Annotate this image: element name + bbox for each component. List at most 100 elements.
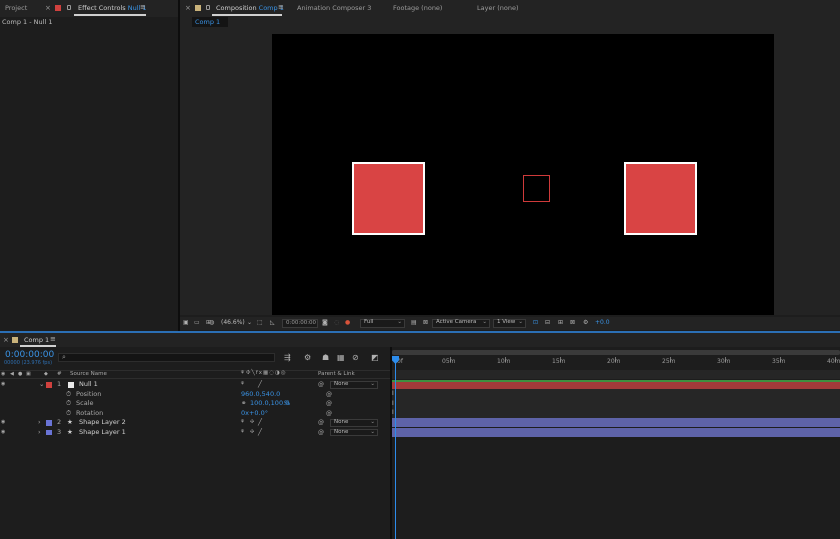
label-color-swatch[interactable] — [46, 420, 52, 426]
comp-mini-flowchart-icon[interactable]: ⇶ — [284, 353, 291, 362]
chevron-down-icon[interactable]: ⌄ — [247, 319, 252, 326]
fast-previews-icon[interactable]: ⊠ — [423, 319, 428, 326]
expand-chevron-icon[interactable]: ⌄ — [39, 380, 44, 390]
composition-canvas[interactable] — [272, 34, 774, 315]
stopwatch-icon[interactable]: ⏱ — [66, 390, 71, 400]
keyframe-marker-icon[interactable]: I — [392, 400, 394, 407]
show-snapshot-icon[interactable]: ◌ — [334, 319, 339, 326]
parent-select[interactable]: None ⌄ — [330, 419, 378, 427]
eyeglasses-icon[interactable]: ◍ — [209, 319, 214, 326]
tab-footage[interactable]: Footage (none) — [393, 0, 442, 16]
layer-row-null-1[interactable]: ◉ ⌄ 1 Null 1 ⚘ ╱ @ None ⌄ — [0, 380, 390, 390]
resolution-select[interactable]: Full ⌄ — [360, 319, 405, 328]
keyframe-marker-icon[interactable]: I — [392, 390, 394, 397]
frame-blending-icon[interactable]: ▦ — [337, 353, 345, 362]
transparency-grid-icon[interactable]: ▤ — [411, 319, 417, 326]
tab-project[interactable]: Project — [5, 0, 27, 16]
layer-name[interactable]: Shape Layer 1 — [79, 428, 126, 438]
expression-pickwhip-icon[interactable]: @ — [326, 399, 332, 409]
column-source-name[interactable]: Source Name — [70, 371, 107, 377]
close-icon[interactable]: × — [3, 333, 9, 347]
parent-select[interactable]: None ⌄ — [330, 381, 378, 389]
shy-switch-icon[interactable]: ⚘ — [240, 418, 245, 428]
render-icon[interactable]: ⊞ — [558, 319, 563, 326]
eye-icon[interactable]: ◉ — [1, 380, 5, 390]
pickwhip-icon[interactable]: @ — [318, 380, 324, 390]
quality-switch-icon[interactable]: ╱ — [258, 428, 262, 438]
time-ruler[interactable]: 0f 05m 10m 15m 20m 25m 30m 35m 40m — [392, 356, 840, 369]
view-layout-select[interactable]: 1 View ⌄ — [493, 319, 526, 328]
monitor-icon[interactable]: ▭ — [194, 319, 200, 326]
pickwhip-icon[interactable]: @ — [318, 428, 324, 438]
current-time-display[interactable]: 0:00:00:00 — [5, 350, 54, 360]
shy-switch-icon[interactable]: ⚘ — [240, 380, 245, 390]
pickwhip-icon[interactable]: @ — [318, 418, 324, 428]
camera-select[interactable]: Active Camera ⌄ — [432, 319, 490, 328]
label-tag-icon[interactable]: ◆ — [44, 371, 48, 377]
property-row-rotation[interactable]: ⏱ Rotation 0x+0.0° @ — [0, 409, 390, 419]
track-null-1[interactable] — [392, 380, 840, 389]
label-color-swatch[interactable] — [46, 382, 52, 388]
shy-layers-icon[interactable]: ☗ — [322, 353, 329, 362]
color-channel-icon[interactable]: ● — [345, 319, 350, 326]
constrain-proportions-icon[interactable]: ⚭ — [241, 399, 246, 409]
keyframe-marker-icon[interactable]: I — [392, 409, 394, 416]
null-object[interactable] — [523, 175, 550, 202]
lock-icon[interactable] — [67, 5, 71, 10]
expression-pickwhip-icon[interactable]: @ — [326, 409, 332, 419]
lock-icon[interactable]: ▣ — [26, 371, 31, 377]
timecode-field[interactable]: 0:00:00:00 — [282, 319, 318, 328]
motion-blur-icon[interactable]: ⊘ — [352, 353, 359, 362]
zoom-value[interactable]: (46.6%) — [221, 319, 245, 326]
expand-chevron-icon[interactable]: › — [38, 428, 41, 438]
exposure-value[interactable]: +0.0 — [595, 319, 610, 326]
draft-3d-icon[interactable]: ⚙ — [304, 353, 311, 362]
property-value[interactable]: 960.0,540.0 — [241, 390, 280, 400]
panel-menu-icon[interactable]: ≡ — [140, 3, 146, 11]
property-row-scale[interactable]: ⏱ Scale ⚭ 100.0,100.0 % @ — [0, 399, 390, 409]
collapse-switch-icon[interactable]: ✣ — [250, 428, 254, 438]
composition-subtab[interactable]: Comp 1 — [192, 17, 228, 27]
stopwatch-icon[interactable]: ⏱ — [66, 409, 71, 419]
graph-editor-icon[interactable]: ◩ — [371, 353, 379, 362]
expression-pickwhip-icon[interactable]: @ — [326, 390, 332, 400]
flowchart-view-icon[interactable]: ⊠ — [570, 319, 575, 326]
3d-renderer-icon[interactable]: ⊟ — [545, 319, 550, 326]
quality-switch-icon[interactable]: ╱ — [258, 380, 262, 390]
layer-row-shape-layer-1[interactable]: ◉ › 3 ★ Shape Layer 1 ⚘ ✣ ╱ @ None ⌄ — [0, 428, 390, 438]
layer-name[interactable]: Null 1 — [79, 380, 98, 390]
expand-chevron-icon[interactable]: › — [38, 418, 41, 428]
close-icon[interactable]: × — [45, 0, 51, 16]
panel-menu-icon[interactable]: ≡ — [50, 335, 56, 343]
track-shape-layer-1[interactable] — [392, 428, 840, 437]
tab-layer[interactable]: Layer (none) — [477, 0, 518, 16]
solo-icon[interactable]: ● — [18, 371, 22, 377]
column-parent-link[interactable]: Parent & Link — [318, 371, 355, 377]
time-navigator[interactable] — [392, 350, 840, 355]
eye-icon[interactable]: ◉ — [1, 428, 5, 438]
parent-select[interactable]: None ⌄ — [330, 428, 378, 436]
eye-icon[interactable]: ◉ — [1, 418, 5, 428]
safe-area-icon[interactable]: ⬚ — [257, 319, 263, 326]
work-area-bar[interactable] — [392, 370, 840, 379]
lock-icon[interactable] — [206, 5, 210, 10]
region-icon[interactable]: ◺ — [270, 319, 275, 326]
audio-icon[interactable]: ◀ — [10, 371, 14, 377]
stopwatch-icon[interactable]: ⏱ — [66, 399, 71, 409]
property-row-position[interactable]: ⏱ Position 960.0,540.0 @ — [0, 390, 390, 400]
eye-icon[interactable]: ◉ — [1, 371, 5, 377]
left-square[interactable] — [352, 162, 425, 235]
right-square[interactable] — [624, 162, 697, 235]
tab-animation-composer[interactable]: Animation Composer 3 — [297, 0, 371, 16]
layer-search-input[interactable]: ⌕ — [58, 353, 275, 362]
collapse-switch-icon[interactable]: ✣ — [250, 418, 254, 428]
close-icon[interactable]: × — [185, 0, 191, 16]
shy-switch-icon[interactable]: ⚘ — [240, 428, 245, 438]
flowchart-icon[interactable]: ⊡ — [533, 319, 538, 326]
always-preview-icon[interactable]: ▣ — [183, 319, 189, 326]
panel-menu-icon[interactable]: ≡ — [278, 3, 284, 11]
track-shape-layer-2[interactable] — [392, 418, 840, 427]
quality-switch-icon[interactable]: ╱ — [258, 418, 262, 428]
layer-name[interactable]: Shape Layer 2 — [79, 418, 126, 428]
label-color-swatch[interactable] — [46, 429, 52, 435]
